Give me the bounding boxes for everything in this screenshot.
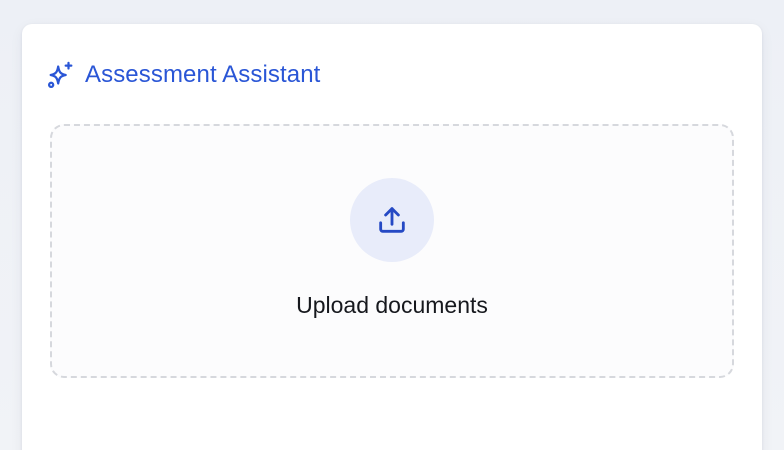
upload-icon-circle (350, 178, 434, 262)
page: Assessment Assistant Upload documents (0, 0, 784, 450)
sparkle-icon (47, 61, 73, 89)
upload-icon (379, 207, 405, 233)
upload-dropzone[interactable]: Upload documents (50, 124, 734, 378)
upload-documents-label: Upload documents (296, 292, 488, 318)
card-title: Assessment Assistant (85, 61, 321, 88)
assistant-card: Assessment Assistant Upload documents (22, 24, 762, 450)
card-header: Assessment Assistant (46, 60, 320, 90)
